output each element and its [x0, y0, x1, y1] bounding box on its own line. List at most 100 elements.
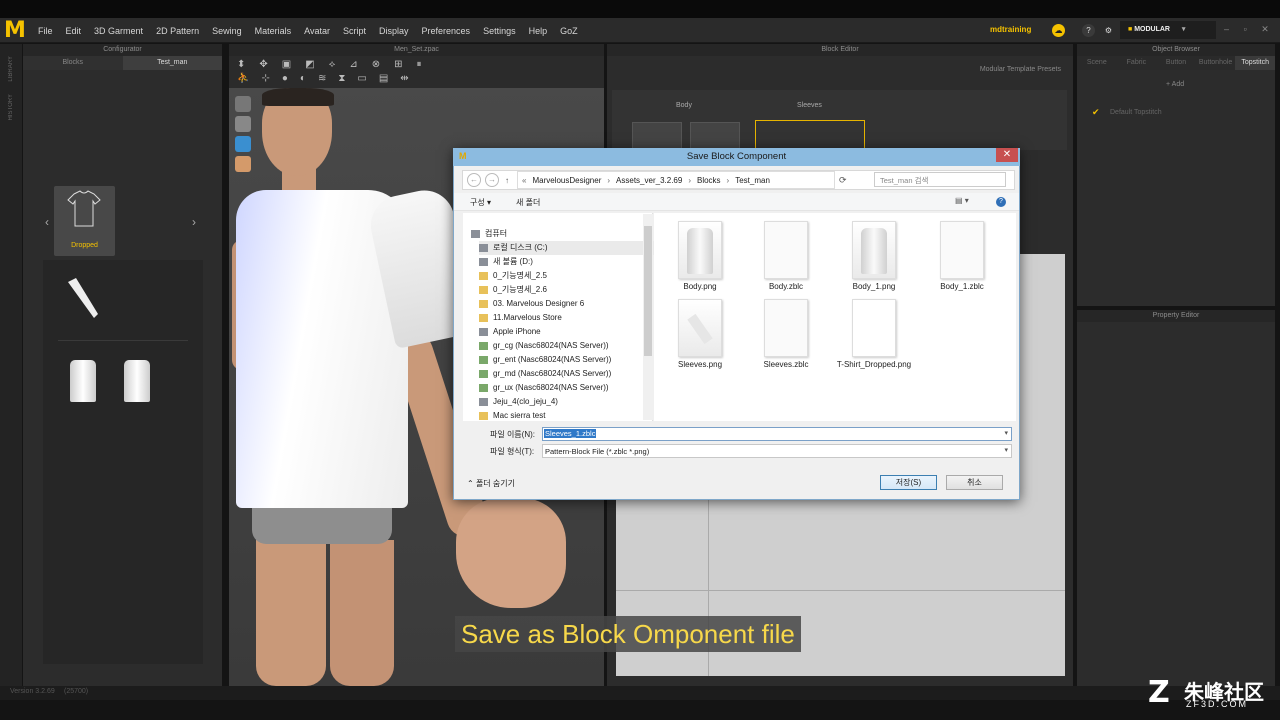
avatar-view-icon[interactable] [235, 116, 251, 132]
window-controls[interactable]: – ▫ ✕ [1224, 24, 1275, 35]
tree-item[interactable]: gr_ux (Nasc68024(NAS Server)) [479, 381, 655, 395]
refresh-icon[interactable]: ⟳ [839, 175, 847, 186]
tree-item[interactable]: gr_cg (Nasc68024(NAS Server)) [479, 339, 655, 353]
menu-2d-pattern[interactable]: 2D Pattern [156, 26, 199, 36]
tree-item[interactable]: 0_기능명세_2.6 [479, 283, 655, 297]
mode-switch[interactable]: ■ MODULAR ▾ [1120, 21, 1216, 39]
chevron-down-icon[interactable]: ▾ [1004, 429, 1008, 437]
library-tab[interactable]: LIBRARY [8, 56, 14, 82]
history-tab[interactable]: HISTORY [8, 94, 14, 120]
tab-buttonhole[interactable]: Buttonhole [1196, 56, 1236, 70]
file-item[interactable]: Body_1.png [834, 217, 914, 295]
menu-avatar[interactable]: Avatar [304, 26, 330, 36]
menu-materials[interactable]: Materials [255, 26, 292, 36]
menu-file[interactable]: File [38, 26, 53, 36]
tack-tool-icon[interactable]: ⊗ [372, 59, 380, 70]
back-icon[interactable]: ← [467, 173, 481, 187]
close-button[interactable]: ✕ [996, 148, 1018, 162]
edit-tool-icon[interactable]: ◩ [305, 59, 314, 70]
skin-view-icon[interactable] [235, 156, 251, 172]
chevron-left-icon[interactable]: ‹ [45, 215, 49, 229]
body-block-thumb[interactable] [70, 360, 96, 402]
menu-script[interactable]: Script [343, 26, 366, 36]
avatar-tool-icon[interactable]: ⛹ [237, 73, 249, 84]
chevron-down-icon[interactable]: ▾ [1004, 446, 1008, 454]
tree-item[interactable]: 새 볼륨 (D:) [479, 255, 655, 269]
garment-view-icon[interactable] [235, 136, 251, 152]
tape-tool-icon[interactable]: ▭ [357, 73, 366, 84]
file-item[interactable]: Body.zblc [746, 217, 826, 295]
button-tool-icon[interactable]: ● [282, 73, 288, 84]
up-icon[interactable]: ↑ [505, 176, 509, 185]
cloud-icon[interactable]: ☁ [1052, 24, 1065, 37]
menu-edit[interactable]: Edit [66, 26, 82, 36]
default-topstitch-item[interactable]: Default Topstitch [1110, 109, 1162, 116]
sleeve-block-thumb[interactable] [64, 276, 104, 320]
tab-fabric[interactable]: Fabric [1117, 56, 1157, 70]
tree-item[interactable]: 0_기능명세_2.5 [479, 269, 655, 283]
zipper-tool-icon[interactable]: ⧗ [338, 73, 345, 84]
menu-preferences[interactable]: Preferences [422, 26, 471, 36]
filename-input[interactable]: ▾ [542, 427, 1012, 441]
select-tool-icon[interactable]: ⬍ [237, 59, 245, 70]
texture-tool-icon[interactable]: ▤ [379, 73, 388, 84]
filetype-select[interactable]: Pattern-Block File (*.zblc *.png) ▾ [542, 444, 1012, 458]
tree-item[interactable]: 컴퓨터 [471, 227, 647, 241]
scrollbar-thumb[interactable] [644, 226, 652, 356]
fold-tool-icon[interactable]: ⟡ [329, 59, 336, 70]
username[interactable]: mdtraining [990, 25, 1031, 34]
measure-tool-icon[interactable]: ⊞ [394, 59, 402, 70]
cancel-button[interactable]: 취소 [946, 475, 1003, 490]
menu-3d-garment[interactable]: 3D Garment [94, 26, 143, 36]
breadcrumb-item[interactable]: Assets_ver_3.2.69 [616, 176, 682, 185]
tree-item[interactable]: gr_ent (Nasc68024(NAS Server)) [479, 353, 655, 367]
box-tool-icon[interactable]: ▣ [282, 59, 291, 70]
filename-value[interactable]: Sleeves_1.zblc [544, 429, 597, 438]
file-item[interactable]: T-Shirt_Dropped.png [834, 295, 914, 373]
hide-folders-toggle[interactable]: ⌃ 폴더 숨기기 [467, 478, 515, 489]
menu-goz[interactable]: GoZ [560, 26, 578, 36]
tree-item[interactable]: Jeju_4(clo_jeju_4) [479, 395, 655, 409]
file-item[interactable]: Body_1.zblc [922, 217, 1002, 295]
tree-item[interactable]: gr_md (Nasc68024(NAS Server)) [479, 367, 655, 381]
tree-item[interactable]: Mac sierra test [479, 409, 655, 423]
buttonhole-tool-icon[interactable]: ◐ [300, 73, 306, 84]
search-input[interactable]: Test_man 검색 [874, 172, 1006, 187]
menu-sewing[interactable]: Sewing [212, 26, 242, 36]
breadcrumb-item[interactable]: Test_man [735, 176, 770, 185]
chevron-right-icon[interactable]: › [192, 215, 196, 229]
save-button[interactable]: 저장(S) [880, 475, 937, 490]
topstitch-tool-icon[interactable]: ≋ [318, 73, 326, 84]
move-tool-icon[interactable]: ✥ [259, 59, 267, 70]
breadcrumb-item[interactable]: Blocks [697, 176, 721, 185]
tab-scene[interactable]: Scene [1077, 56, 1117, 70]
tree-item[interactable]: Apple iPhone [479, 325, 655, 339]
tab-test-man[interactable]: Test_man [122, 56, 222, 70]
forward-icon[interactable]: → [485, 173, 499, 187]
template-presets-button[interactable]: Modular Template Presets [607, 56, 1073, 73]
view-options-icon[interactable]: ▤ ▾ [955, 196, 975, 206]
organize-button[interactable]: 구성 ▾ [470, 197, 491, 208]
tree-item[interactable]: 11.Marvelous Store [479, 311, 655, 325]
menu-settings[interactable]: Settings [483, 26, 516, 36]
help-icon[interactable]: ? [996, 197, 1006, 207]
help-icon[interactable]: ? [1082, 24, 1095, 37]
body-block-thumb-2[interactable] [124, 360, 150, 402]
arrange-tool-icon[interactable]: ⊹ [261, 73, 269, 84]
file-item[interactable]: Body.png [660, 217, 740, 295]
file-item[interactable]: Sleeves.zblc [746, 295, 826, 373]
tree-item[interactable]: 03. Marvelous Designer 6 [479, 297, 655, 311]
file-item[interactable]: Sleeves.png [660, 295, 740, 373]
camera-icon[interactable] [235, 96, 251, 112]
settings-icon[interactable]: ⚙ [1102, 24, 1115, 37]
breadcrumb-item[interactable]: MarvelousDesigner [532, 176, 601, 185]
pin-tool-icon[interactable]: ⊿ [349, 59, 357, 70]
menu-help[interactable]: Help [529, 26, 548, 36]
new-folder-button[interactable]: 새 폴더 [516, 197, 540, 208]
tab-topstitch[interactable]: Topstitch [1235, 56, 1275, 70]
pause-tool-icon[interactable]: ⏸ [416, 59, 421, 70]
ruler-tool-icon[interactable]: ⇹ [400, 73, 408, 84]
tree-item[interactable]: 로컬 디스크 (C:) [479, 241, 655, 255]
menu-display[interactable]: Display [379, 26, 409, 36]
tab-blocks[interactable]: Blocks [23, 56, 123, 70]
